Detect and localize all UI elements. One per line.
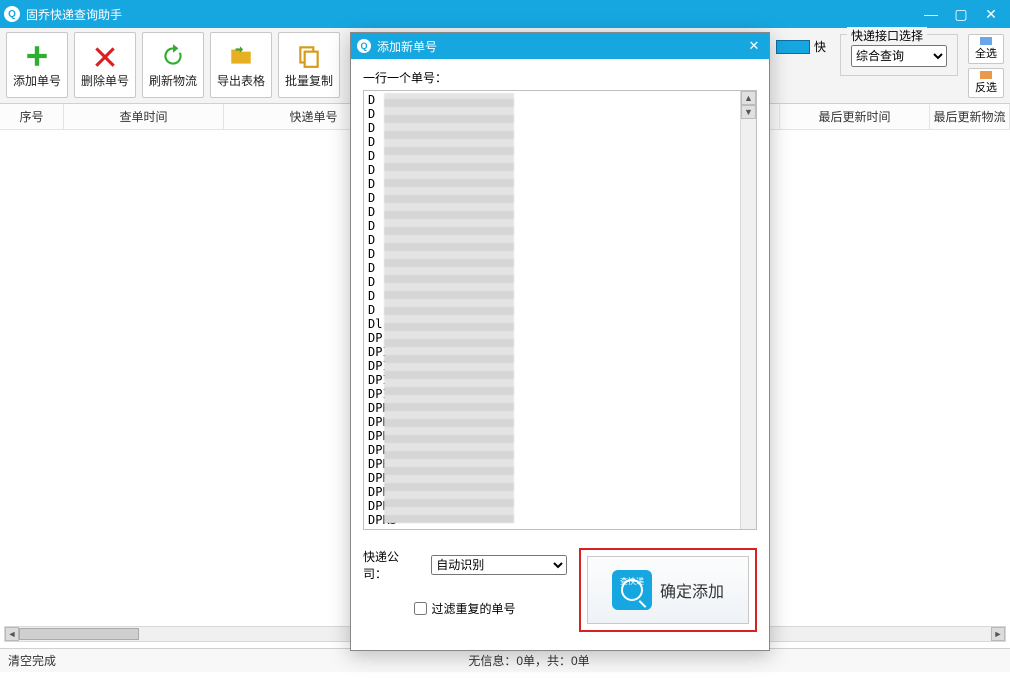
- invert-icon: [980, 71, 992, 79]
- modal-title: 添加新单号: [377, 38, 745, 55]
- redacted-overlay: [384, 93, 514, 523]
- x-icon: [91, 42, 119, 70]
- refresh-label: 刷新物流: [149, 72, 197, 89]
- batch-copy-button[interactable]: 批量复制: [278, 32, 340, 98]
- add-tracking-button[interactable]: 添加单号: [6, 32, 68, 98]
- modal-hint: 一行一个单号：: [363, 69, 757, 86]
- batch-copy-label: 批量复制: [285, 72, 333, 89]
- scroll-right-button[interactable]: ►: [991, 627, 1005, 641]
- company-row: 快递公司： 自动识别: [363, 548, 567, 582]
- speed-bar[interactable]: [776, 40, 810, 54]
- tracking-textarea-wrap: D D D D D D D D D D D D D D D D Dl DP DP…: [363, 90, 757, 530]
- modal-close-button[interactable]: ✕: [745, 37, 763, 55]
- modal-titlebar: Q 添加新单号 ✕: [351, 33, 769, 59]
- scroll-up-button[interactable]: ▲: [741, 91, 756, 105]
- copy-icon: [295, 42, 323, 70]
- export-button[interactable]: 导出表格: [210, 32, 272, 98]
- company-column: 快递公司： 自动识别 过滤重复的单号: [363, 548, 567, 617]
- confirm-add-button[interactable]: 查快递 确定添加: [587, 556, 749, 624]
- filter-duplicate-checkbox[interactable]: [414, 602, 427, 615]
- company-label: 快递公司：: [363, 548, 421, 582]
- minimize-button[interactable]: —: [916, 0, 946, 28]
- statusbar: 清空完成 无信息：0单，共：0单: [0, 648, 1010, 672]
- col-check-time[interactable]: 查单时间: [64, 104, 224, 129]
- select-all-icon: [980, 37, 992, 45]
- modal-lower: 快递公司： 自动识别 过滤重复的单号 查快递 确定添加: [363, 548, 757, 632]
- speed-indicator: 快: [776, 38, 826, 55]
- delete-tracking-label: 删除单号: [81, 72, 129, 89]
- textarea-scrollbar[interactable]: ▲ ▼: [740, 91, 756, 529]
- status-left: 清空完成: [8, 652, 56, 669]
- select-all-button[interactable]: 全选: [968, 34, 1004, 64]
- interface-select[interactable]: 综合查询: [851, 45, 947, 67]
- col-last-update[interactable]: 最后更新时间: [780, 104, 930, 129]
- select-all-label: 全选: [975, 45, 997, 61]
- app-icon: Q: [4, 6, 20, 22]
- export-label: 导出表格: [217, 72, 265, 89]
- delete-tracking-button[interactable]: 删除单号: [74, 32, 136, 98]
- refresh-button[interactable]: 刷新物流: [142, 32, 204, 98]
- modal-app-icon: Q: [357, 39, 371, 53]
- scroll-down-button[interactable]: ▼: [741, 105, 756, 119]
- confirm-highlight: 查快递 确定添加: [579, 548, 757, 632]
- invert-select-button[interactable]: 反选: [968, 68, 1004, 98]
- maximize-button[interactable]: ▢: [946, 0, 976, 28]
- close-button[interactable]: ✕: [976, 0, 1006, 28]
- company-select[interactable]: 自动识别: [431, 555, 567, 575]
- add-tracking-label: 添加单号: [13, 72, 61, 89]
- filter-duplicate-label: 过滤重复的单号: [431, 600, 515, 617]
- add-tracking-modal: Q 添加新单号 ✕ 一行一个单号： D D D D D D D D D D D …: [350, 32, 770, 651]
- scroll-left-button[interactable]: ◄: [5, 627, 19, 641]
- col-last-update-logi[interactable]: 最后更新物流: [930, 104, 1010, 129]
- col-seq[interactable]: 序号: [0, 104, 64, 129]
- speed-label: 快: [814, 38, 826, 55]
- refresh-icon: [159, 42, 187, 70]
- search-express-icon: 查快递: [612, 570, 652, 610]
- titlebar: Q 固乔快递查询助手 — ▢ ✕: [0, 0, 1010, 28]
- selection-buttons: 全选 反选: [968, 34, 1004, 98]
- window-controls: — ▢ ✕: [916, 0, 1006, 28]
- confirm-add-label: 确定添加: [660, 578, 724, 602]
- modal-body: 一行一个单号： D D D D D D D D D D D D D D D D …: [351, 59, 769, 650]
- plus-icon: [23, 42, 51, 70]
- interface-legend: 快递接口选择: [847, 27, 927, 44]
- filter-row: 过滤重复的单号: [363, 600, 567, 617]
- invert-select-label: 反选: [975, 79, 997, 95]
- scroll-thumb[interactable]: [19, 628, 139, 640]
- status-center: 无信息：0单，共：0单: [56, 652, 1002, 669]
- app-title: 固乔快递查询助手: [26, 6, 916, 23]
- interface-group: 快递接口选择 综合查询: [840, 34, 958, 76]
- folder-icon: [227, 42, 255, 70]
